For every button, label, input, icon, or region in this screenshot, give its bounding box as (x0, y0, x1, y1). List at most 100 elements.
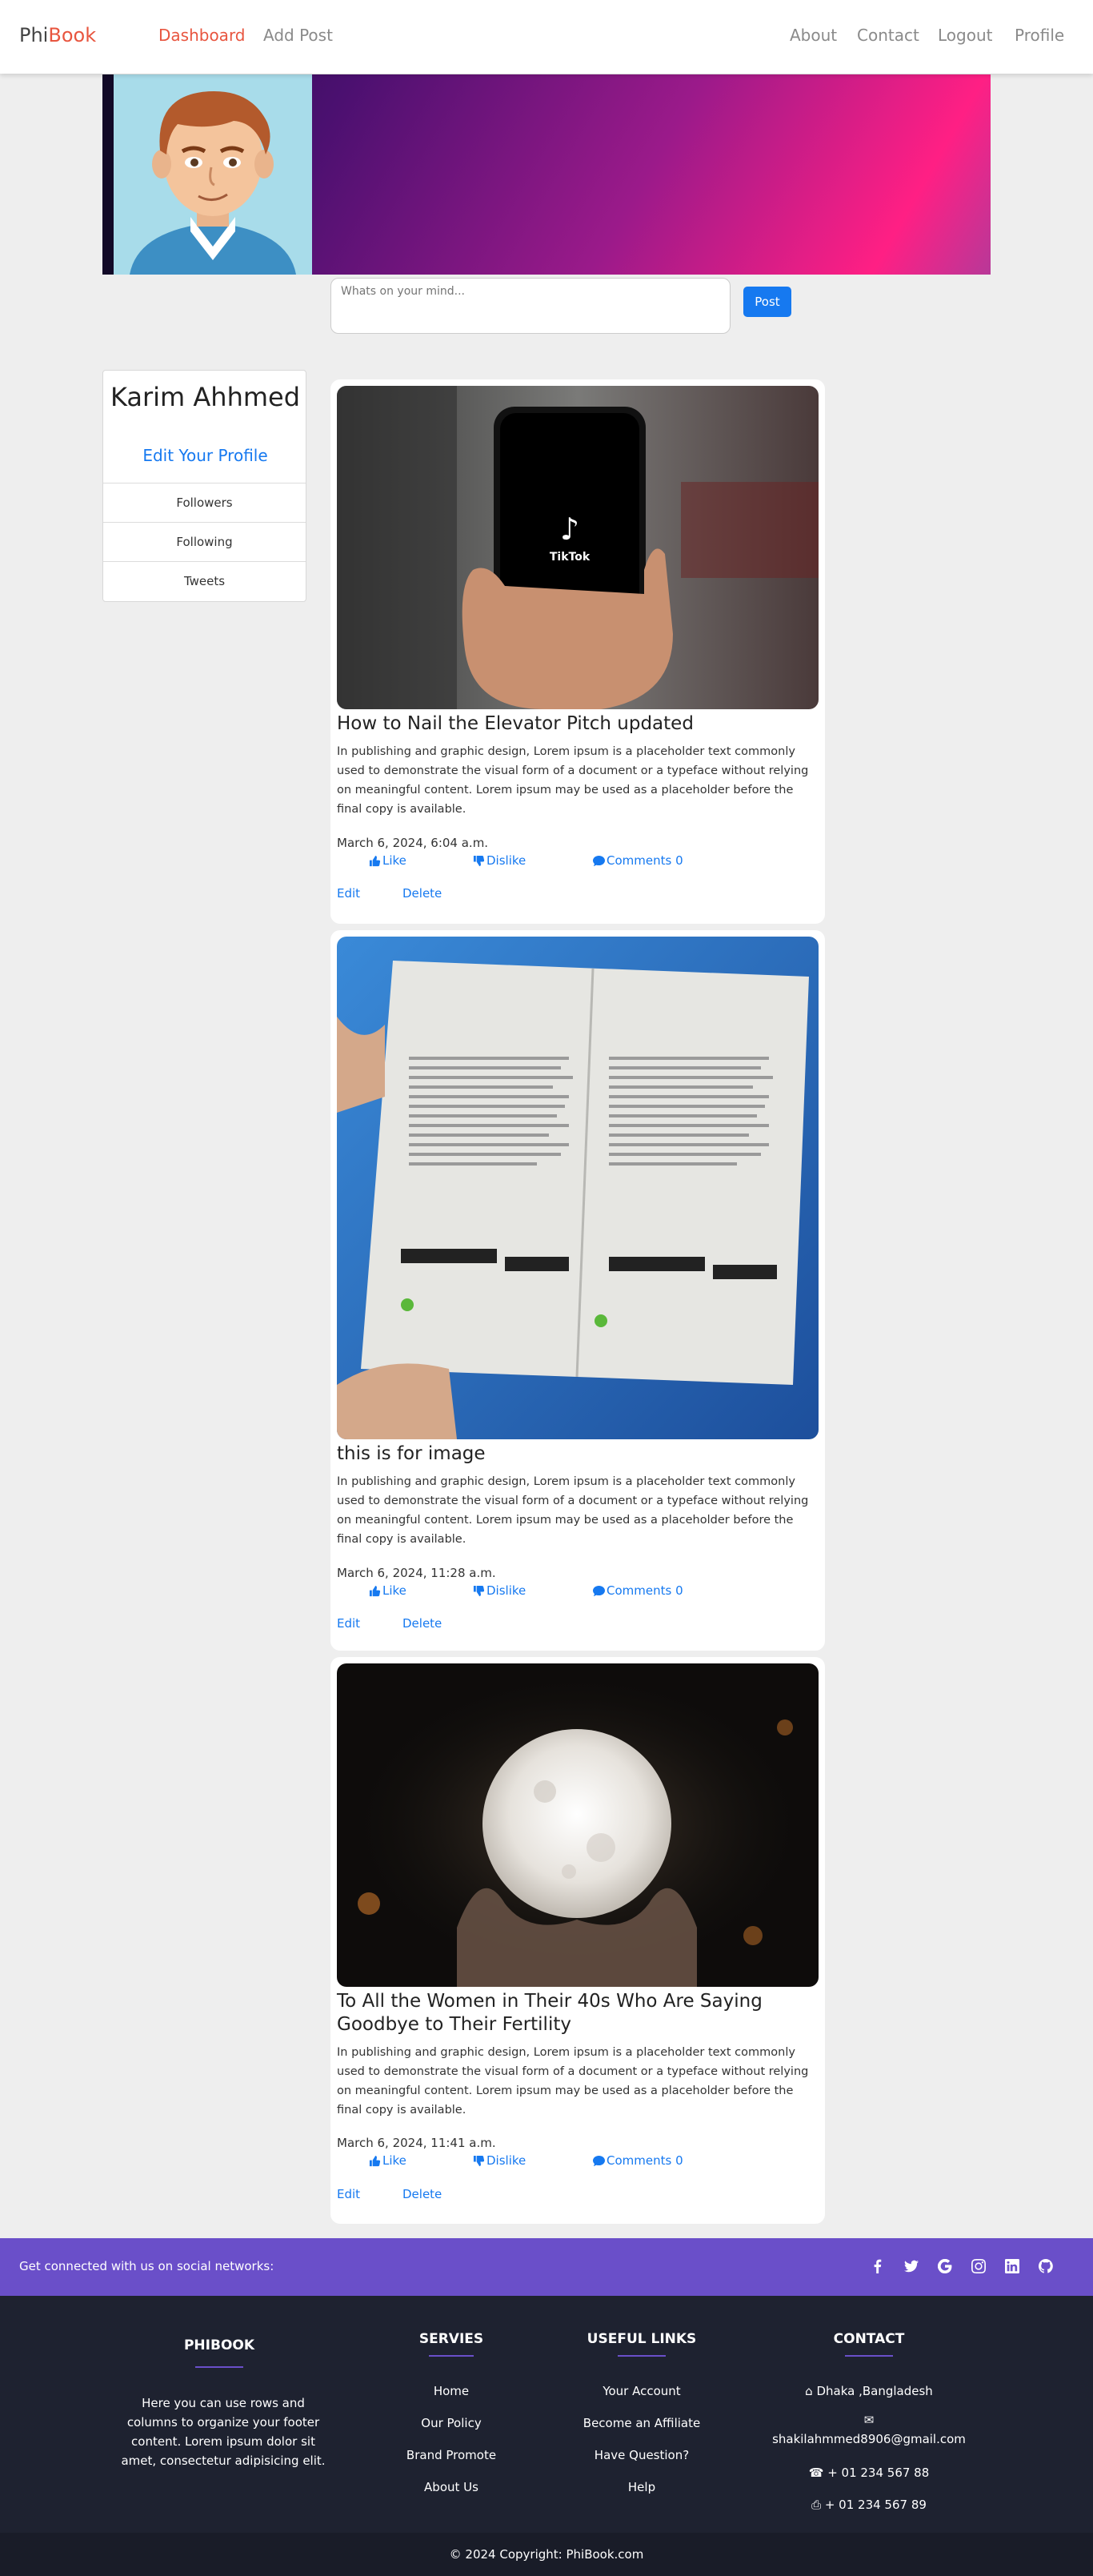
footer-link-become-affiliate[interactable]: Become an Affiliate (562, 2416, 722, 2430)
github-icon[interactable] (1038, 2259, 1055, 2275)
cartoon-man-avatar-icon (130, 91, 296, 275)
footer-link-our-policy[interactable]: Our Policy (371, 2416, 531, 2430)
thumbs-up-icon (369, 855, 381, 866)
footer-fax: ⎙ + 01 234 567 89 (773, 2498, 965, 2512)
footer-phone-text: + 01 234 567 88 (827, 2466, 930, 2480)
like-label: Like (382, 853, 406, 868)
post-title: How to Nail the Elevator Pitch updated (337, 713, 694, 734)
footer-link-home[interactable]: Home (371, 2384, 531, 2398)
post-title: this is for image (337, 1443, 486, 1464)
post-image (337, 937, 819, 1439)
comments-button[interactable]: Comments 0 (593, 1583, 683, 1598)
navbar: PhiBook Dashboard Add Post About Contact… (0, 0, 1093, 74)
footer-link-about-us[interactable]: About Us (371, 2480, 531, 2494)
footer-contact-heading: CONTACT (833, 2331, 905, 2347)
comment-icon (593, 855, 605, 866)
footer-phone: ☎ + 01 234 567 88 (773, 2466, 965, 2480)
footer-email: shakilahmmed8906@gmail.com (772, 2432, 966, 2446)
profile-item-tweets[interactable]: Tweets (103, 561, 306, 600)
post-body: In publishing and graphic design, Lorem … (337, 745, 809, 816)
dislike-button[interactable]: Dislike (473, 2153, 526, 2168)
product-boxes-photo-icon (337, 937, 819, 1439)
profile-name: Karim Ahhmed (110, 382, 301, 412)
footer-services-heading: SERVIES (418, 2331, 484, 2347)
print-icon: ⎙ (811, 2498, 825, 2512)
footer-divider (845, 2355, 893, 2357)
brand-logo[interactable]: PhiBook (19, 24, 96, 46)
edit-post-link[interactable]: Edit (337, 2187, 360, 2201)
profile-card: Karim Ahhmed Edit Your Profile Followers… (102, 370, 306, 602)
glowing-moon-lamp-photo-icon (337, 1663, 819, 1987)
whats-on-your-mind-input[interactable] (330, 278, 731, 334)
copyright: © 2024 Copyright: PhiBook.com (0, 2533, 1093, 2576)
google-icon[interactable] (937, 2258, 954, 2275)
nav-link-dashboard[interactable]: Dashboard (158, 26, 246, 45)
footer-link-your-account[interactable]: Your Account (562, 2384, 722, 2398)
comment-icon (593, 1585, 605, 1596)
instagram-icon[interactable] (971, 2259, 987, 2275)
delete-post-link[interactable]: Delete (402, 1616, 442, 1631)
footer-link-brand-promote[interactable]: Brand Promote (371, 2448, 531, 2462)
nav-link-add-post[interactable]: Add Post (263, 26, 333, 45)
post-card: To All the Women in Their 40s Who Are Sa… (330, 1657, 825, 2224)
dislike-label: Dislike (486, 853, 526, 868)
like-label: Like (382, 1583, 406, 1598)
footer-fax-text: + 01 234 567 89 (824, 2498, 927, 2512)
footer-divider (429, 2355, 474, 2357)
nav-link-logout[interactable]: Logout (938, 26, 992, 45)
dislike-button[interactable]: Dislike (473, 853, 526, 868)
linkedin-icon[interactable] (1005, 2259, 1021, 2275)
nav-link-profile[interactable]: Profile (1015, 26, 1064, 45)
post-date: March 6, 2024, 6:04 a.m. (337, 836, 489, 850)
social-bar-text: Get connected with us on social networks… (19, 2259, 274, 2273)
footer-address-text: Dhaka ,Bangladesh (816, 2384, 933, 2398)
post-button[interactable]: Post (743, 287, 791, 317)
facebook-icon[interactable] (871, 2259, 887, 2275)
thumbs-down-icon (473, 1585, 485, 1596)
comments-label: Comments 0 (607, 2153, 683, 2168)
nav-link-contact[interactable]: Contact (857, 26, 919, 45)
footer-link-have-question[interactable]: Have Question? (562, 2448, 722, 2462)
edit-profile-link[interactable]: Edit Your Profile (103, 446, 307, 465)
post-image (337, 1663, 819, 1987)
like-button[interactable]: Like (369, 2153, 406, 2168)
post-date: March 6, 2024, 11:28 a.m. (337, 1566, 496, 1580)
brand-part1: Phi (19, 24, 49, 46)
post-card: ♪ TikTok How to Nail the Elevator Pitch … (330, 379, 825, 924)
like-button[interactable]: Like (369, 1583, 406, 1598)
brand-part2: Book (48, 24, 97, 46)
dislike-label: Dislike (486, 2153, 526, 2168)
profile-item-following[interactable]: Following (103, 522, 306, 560)
delete-post-link[interactable]: Delete (402, 2187, 442, 2201)
thumbs-up-icon (369, 1585, 381, 1596)
envelope-icon: ✉ (863, 2413, 875, 2427)
footer-divider (195, 2366, 243, 2368)
profile-item-followers[interactable]: Followers (103, 483, 306, 521)
social-bar: Get connected with us on social networks… (0, 2238, 1093, 2296)
edit-post-link[interactable]: Edit (337, 886, 360, 901)
footer-link-help[interactable]: Help (562, 2480, 722, 2494)
comments-button[interactable]: Comments 0 (593, 2153, 683, 2168)
dislike-label: Dislike (486, 1583, 526, 1598)
profile-avatar (102, 74, 312, 275)
post-body: In publishing and graphic design, Lorem … (337, 2046, 809, 2117)
nav-link-about[interactable]: About (790, 26, 837, 45)
footer-address: ⌂ Dhaka ,Bangladesh (773, 2384, 965, 2398)
post-date: March 6, 2024, 11:41 a.m. (337, 2136, 496, 2150)
home-icon: ⌂ (805, 2384, 817, 2398)
footer-about-text: Here you can use rows and columns to org… (121, 2396, 326, 2468)
thumbs-down-icon (473, 855, 485, 866)
comments-label: Comments 0 (607, 1583, 683, 1598)
like-label: Like (382, 2153, 406, 2168)
footer-divider (618, 2355, 666, 2357)
post-title: To All the Women in Their 40s Who Are Sa… (337, 1991, 763, 2035)
comments-button[interactable]: Comments 0 (593, 853, 683, 868)
edit-post-link[interactable]: Edit (337, 1616, 360, 1631)
dislike-button[interactable]: Dislike (473, 1583, 526, 1598)
like-button[interactable]: Like (369, 853, 406, 868)
twitter-icon[interactable] (904, 2259, 920, 2275)
post-card: this is for image In publishing and grap… (330, 930, 825, 1651)
thumbs-down-icon (473, 2155, 485, 2166)
delete-post-link[interactable]: Delete (402, 886, 442, 901)
footer-useful-heading: USEFUL LINKS (587, 2331, 697, 2347)
